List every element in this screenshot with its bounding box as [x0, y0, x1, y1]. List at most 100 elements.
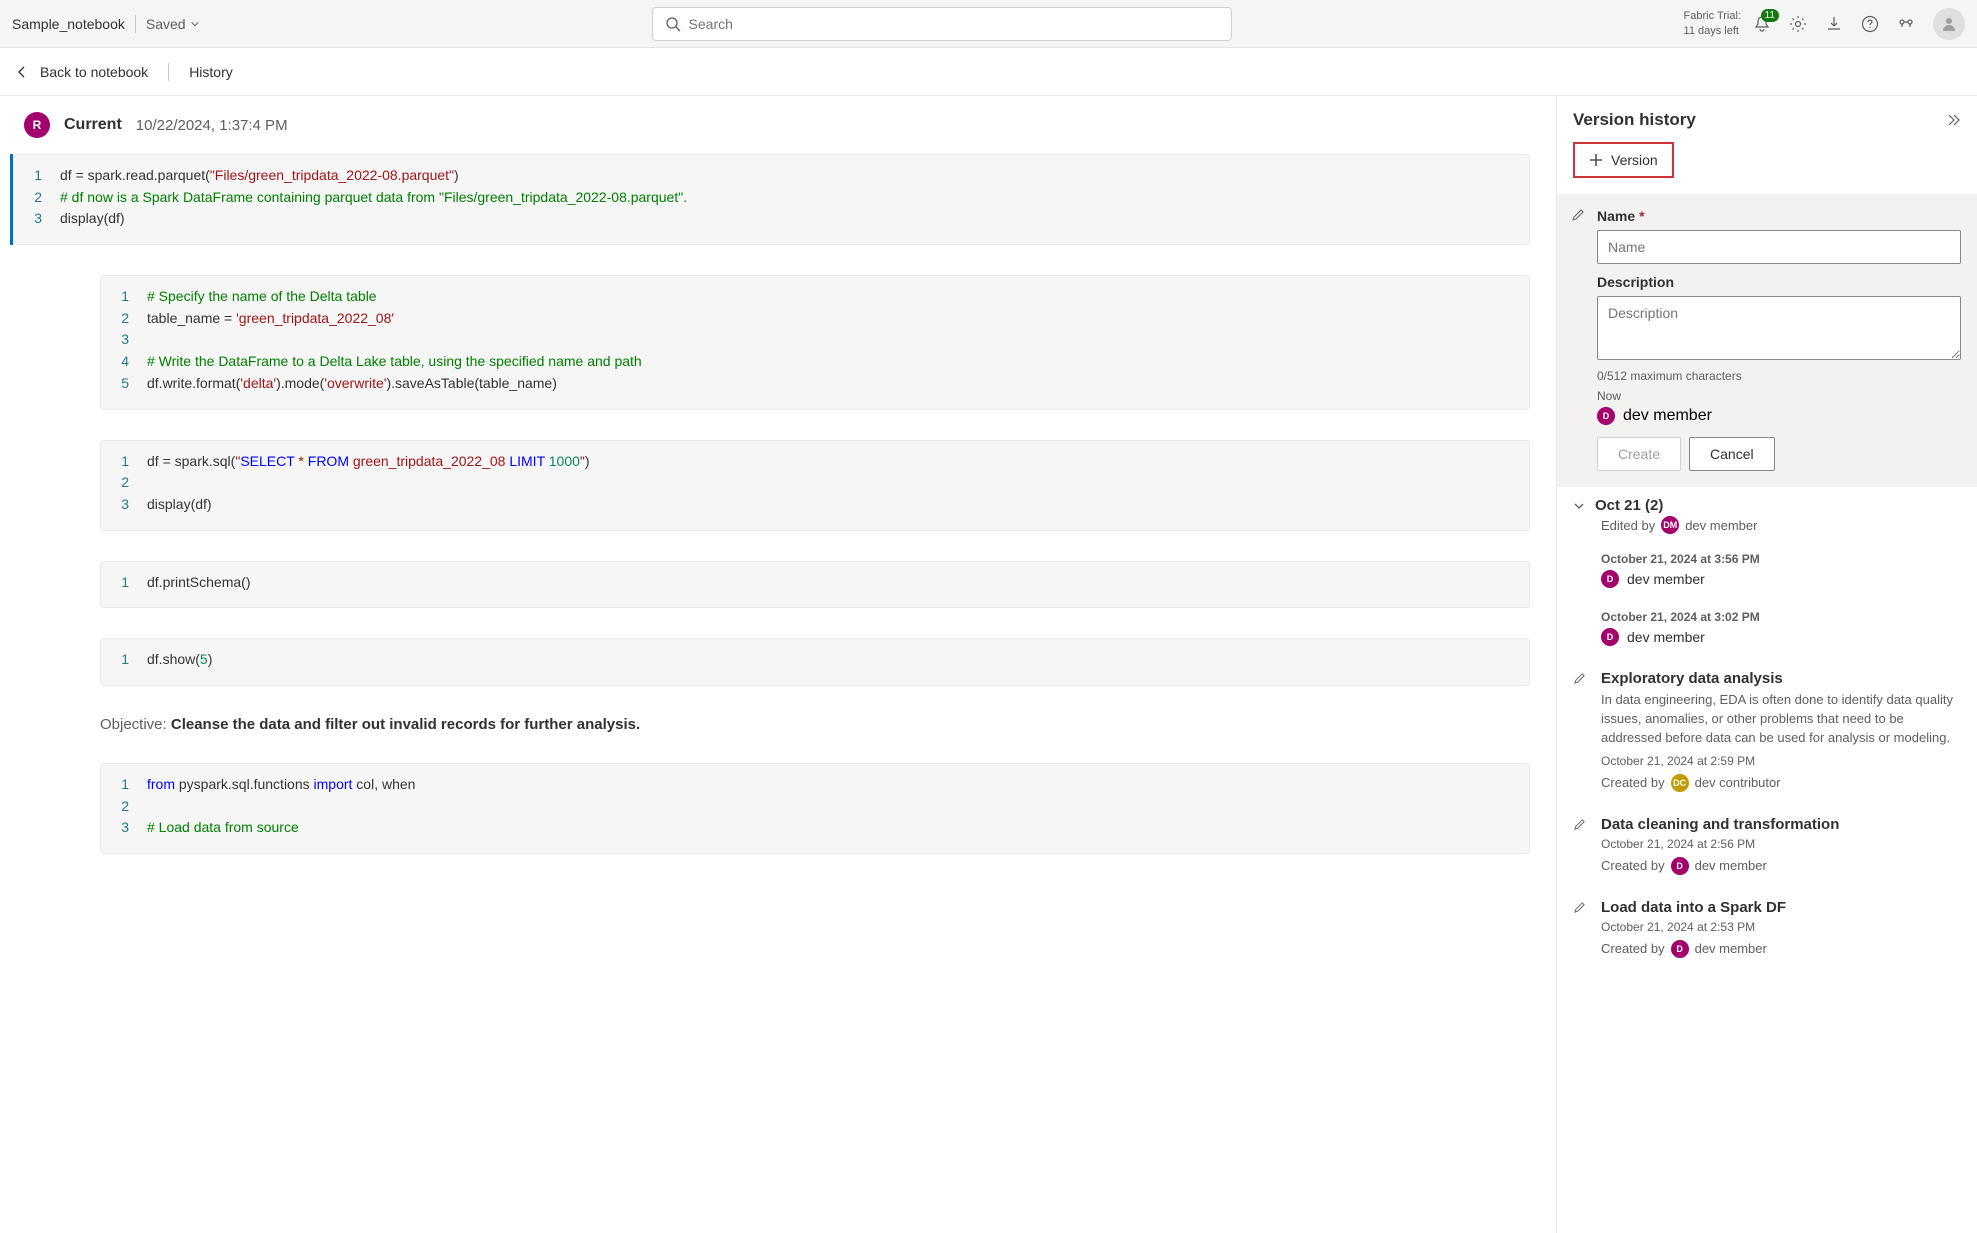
code-cell[interactable]: 1df = spark.read.parquet("Files/green_tr… — [10, 154, 1530, 245]
created-by: Created byDCdev contributor — [1601, 774, 1961, 792]
markdown-cell: Objective: Cleanse the data and filter o… — [10, 716, 1530, 733]
panel-header: Version history — [1557, 96, 1977, 138]
now-label: Now — [1597, 389, 1961, 403]
trial-info: Fabric Trial: 11 days left — [1684, 9, 1741, 38]
cancel-button[interactable]: Cancel — [1689, 437, 1775, 471]
user-avatar-mini: D — [1601, 628, 1619, 646]
feedback-icon — [1897, 15, 1915, 33]
version-title: Data cleaning and transformation — [1601, 816, 1961, 833]
named-version-item[interactable]: Load data into a Spark DF October 21, 20… — [1557, 887, 1977, 970]
line-number: 1 — [115, 572, 147, 594]
description-input[interactable] — [1597, 296, 1961, 360]
line-number: 1 — [115, 649, 147, 671]
name-label: Name* — [1597, 208, 1961, 224]
topbar: Sample_notebook Saved Fabric Trial: 11 d… — [0, 0, 1977, 48]
search-input[interactable] — [689, 16, 1219, 32]
named-version-item[interactable]: Data cleaning and transformation October… — [1557, 804, 1977, 887]
version-timestamp: October 21, 2024 at 2:53 PM — [1601, 920, 1961, 934]
edit-icon[interactable] — [1573, 901, 1586, 914]
code-cell[interactable]: 1df.show(5) — [10, 638, 1530, 686]
gear-icon — [1789, 15, 1807, 33]
help-button[interactable] — [1861, 15, 1879, 33]
name-input[interactable] — [1597, 230, 1961, 264]
form-buttons: Create Cancel — [1573, 437, 1961, 471]
download-button[interactable] — [1825, 15, 1843, 33]
edit-icon[interactable] — [1573, 672, 1586, 685]
history-label: History — [189, 64, 233, 80]
edit-icon — [1571, 208, 1585, 222]
chevron-down-icon — [1573, 500, 1585, 512]
version-user: Ddev member — [1601, 628, 1961, 646]
line-number: 2 — [115, 472, 147, 494]
user-avatar[interactable] — [1933, 8, 1965, 40]
arrow-left-icon — [14, 64, 30, 80]
code-cell[interactable]: 1df.printSchema() — [10, 561, 1530, 609]
form-user: D dev member — [1597, 407, 1961, 425]
code-content: display(df) — [147, 494, 212, 516]
divider — [168, 63, 169, 81]
download-icon — [1825, 15, 1843, 33]
user-avatar-mini: D — [1671, 857, 1689, 875]
notifications-button[interactable]: 11 — [1753, 15, 1771, 33]
description-label: Description — [1597, 274, 1961, 290]
search-box[interactable] — [652, 7, 1232, 41]
group-header[interactable]: Oct 21 (2) — [1557, 487, 1977, 516]
named-version-item[interactable]: Exploratory data analysis In data engine… — [1557, 658, 1977, 804]
panel-collapse-button[interactable] — [1945, 112, 1961, 128]
edit-icon[interactable] — [1573, 818, 1586, 831]
saved-status[interactable]: Saved — [146, 16, 200, 32]
code-content: # Specify the name of the Delta table — [147, 286, 377, 308]
search-icon — [665, 16, 681, 32]
line-number: 3 — [115, 329, 147, 351]
line-number: 4 — [115, 351, 147, 373]
trial-line1: Fabric Trial: — [1684, 9, 1741, 23]
user-avatar-mini: DC — [1671, 774, 1689, 792]
line-number: 1 — [28, 165, 60, 187]
line-number: 1 — [115, 451, 147, 473]
form-user-name: dev member — [1623, 407, 1712, 425]
saved-label: Saved — [146, 16, 186, 32]
code-content: df.printSchema() — [147, 572, 250, 594]
code-cell[interactable]: 1df = spark.sql("SELECT * FROM green_tri… — [10, 440, 1530, 531]
named-versions-list: Exploratory data analysis In data engine… — [1557, 658, 1977, 970]
code-cell[interactable]: 1from pyspark.sql.functions import col, … — [10, 763, 1530, 854]
secondbar: Back to notebook History — [0, 48, 1977, 96]
version-panel: Version history Version Name* — [1557, 96, 1977, 1233]
line-number: 1 — [115, 286, 147, 308]
line-number: 1 — [115, 774, 147, 796]
plus-icon — [1589, 153, 1603, 167]
user-avatar-mini: D — [1601, 570, 1619, 588]
line-number: 3 — [115, 494, 147, 516]
code-content: # Write the DataFrame to a Delta Lake ta… — [147, 351, 642, 373]
version-title: Load data into a Spark DF — [1601, 899, 1961, 916]
group-subtitle: Edited by DM dev member — [1557, 516, 1977, 542]
back-to-notebook[interactable]: Back to notebook — [14, 64, 148, 80]
code-content: display(df) — [60, 208, 125, 230]
feedback-button[interactable] — [1897, 15, 1915, 33]
version-timestamp: October 21, 2024 at 3:56 PM — [1601, 552, 1961, 566]
version-user: Ddev member — [1601, 570, 1961, 588]
panel-body[interactable]: Version Name* Description 0/512 maximum … — [1557, 138, 1977, 1233]
code-cell[interactable]: 1# Specify the name of the Delta table2t… — [10, 275, 1530, 409]
autosave-item[interactable]: October 21, 2024 at 3:56 PM Ddev member — [1557, 542, 1977, 600]
code-content: # Load data from source — [147, 817, 299, 839]
group-title: Oct 21 (2) — [1595, 497, 1663, 514]
person-icon — [1940, 15, 1958, 33]
create-button[interactable]: Create — [1597, 437, 1681, 471]
content-area[interactable]: R Current 10/22/2024, 1:37:4 PM 1df = sp… — [0, 96, 1557, 1233]
notebook-title[interactable]: Sample_notebook — [12, 16, 125, 32]
group-chevron[interactable] — [1573, 500, 1585, 512]
trial-line2: 11 days left — [1684, 24, 1741, 38]
panel-title: Version history — [1573, 110, 1696, 130]
version-timestamp: October 21, 2024 at 2:59 PM — [1601, 754, 1961, 768]
created-by: Created byDdev member — [1601, 940, 1961, 958]
line-number: 2 — [115, 308, 147, 330]
current-header: R Current 10/22/2024, 1:37:4 PM — [10, 96, 1556, 154]
settings-button[interactable] — [1789, 15, 1807, 33]
help-icon — [1861, 15, 1879, 33]
autosave-item[interactable]: October 21, 2024 at 3:02 PM Ddev member — [1557, 600, 1977, 658]
add-version-button[interactable]: Version — [1573, 142, 1674, 178]
divider — [135, 15, 136, 33]
chevron-down-icon — [190, 19, 200, 29]
code-content: df = spark.sql("SELECT * FROM green_trip… — [147, 451, 590, 473]
